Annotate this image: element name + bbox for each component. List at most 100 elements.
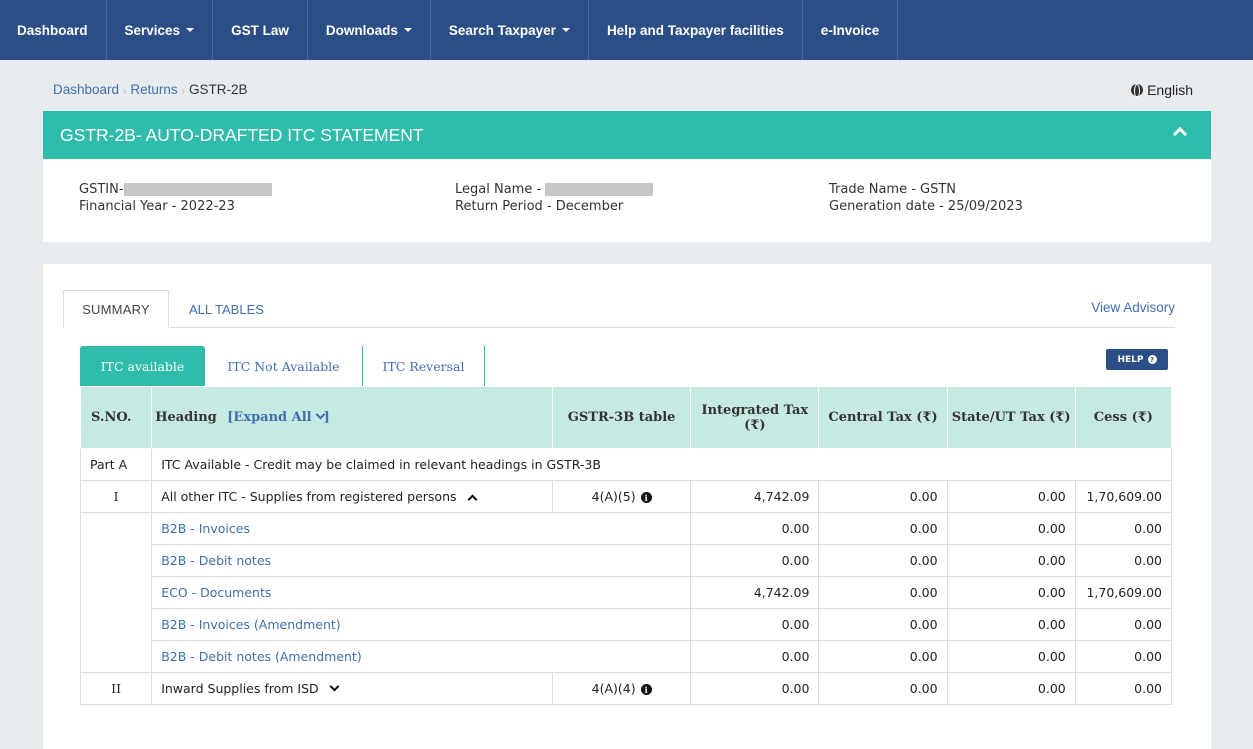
- section-1-cess: 1,70,609.00: [1074, 480, 1173, 513]
- sub-row-sgst: 0.00: [946, 576, 1076, 609]
- sub-row-cgst: 0.00: [818, 608, 948, 641]
- expand-all-button[interactable]: [Expand All]: [227, 409, 330, 425]
- eco-documents-link[interactable]: ECO - Documents: [161, 585, 271, 600]
- sub-row-cess: 0.00: [1074, 512, 1173, 545]
- info-icon[interactable]: i: [640, 684, 652, 695]
- section-1-gstr3b: 4(A)(5): [591, 489, 636, 504]
- page-title: GSTR-2B- AUTO-DRAFTED ITC STATEMENT: [60, 124, 424, 145]
- sub-row-cess: 0.00: [1074, 640, 1173, 673]
- section-1-sno: I: [79, 480, 153, 513]
- nav-gst-law[interactable]: GST Law: [213, 0, 308, 60]
- breadcrumb-returns[interactable]: Returns: [130, 82, 177, 97]
- language-selector[interactable]: English: [1131, 82, 1193, 98]
- breadcrumb: Dashboard › Returns › GSTR-2B: [53, 82, 248, 97]
- section-2-sgst: 0.00: [946, 672, 1076, 705]
- nav-search-taxpayer-label: Search Taxpayer: [448, 22, 556, 38]
- nav-services[interactable]: Services: [107, 0, 214, 60]
- legal-name-label: Legal Name -: [455, 182, 542, 197]
- chevron-down-icon: [315, 409, 326, 420]
- globe-icon: [1131, 84, 1144, 98]
- tab-all-tables[interactable]: ALL TABLES: [189, 290, 264, 328]
- nav-help-facilities-label: Help and Taxpayer facilities: [606, 22, 784, 38]
- nav-e-invoice[interactable]: e-Invoice: [803, 0, 899, 60]
- nav-downloads-label: Downloads: [325, 22, 398, 38]
- expand-chevron-down-icon[interactable]: [329, 681, 340, 692]
- itc-summary-table: S.NO. Heading [Expand All] GSTR-3B table…: [79, 386, 1173, 705]
- help-button[interactable]: HELP ?: [1106, 349, 1168, 370]
- nav-dashboard-label: Dashboard: [17, 22, 88, 38]
- info-col-trade: Trade Name - GSTN Generation date - 25/0…: [829, 181, 1023, 215]
- nav-downloads[interactable]: Downloads: [308, 0, 431, 60]
- part-a-sno: Part A: [79, 448, 153, 481]
- col-cess: Cess (₹): [1074, 386, 1173, 449]
- expand-all-label: [Expand All: [227, 410, 312, 425]
- part-a-row: Part A ITC Available - Credit may be cla…: [79, 448, 1172, 481]
- nav-gst-law-label: GST Law: [231, 22, 289, 38]
- section-1-sgst: 0.00: [946, 480, 1076, 513]
- sub-row-heading-cell: B2B - Debit notes: [151, 544, 692, 577]
- sub-row-cess: 0.00: [1074, 608, 1173, 641]
- caret-down-icon: [561, 28, 570, 32]
- nav-filler: [898, 0, 1253, 60]
- section-2-sno: II: [79, 672, 153, 705]
- nav-e-invoice-label: e-Invoice: [820, 22, 880, 38]
- sub-row-heading-cell: B2B - Debit notes (Amendment): [151, 640, 692, 673]
- breadcrumb-current: GSTR-2B: [189, 82, 248, 97]
- table-row: B2B - Invoices 0.00 0.00 0.00 0.00: [79, 512, 1173, 673]
- top-navbar: Dashboard Services GST Law Downloads Sea…: [0, 0, 1253, 60]
- sub-row-cess: 1,70,609.00: [1074, 576, 1173, 609]
- sub-row-igst: 0.00: [690, 544, 820, 577]
- section-2-igst: 0.00: [690, 672, 820, 705]
- sub-row-igst: 4,742.09: [690, 576, 820, 609]
- breadcrumb-dashboard[interactable]: Dashboard: [53, 82, 119, 97]
- return-period: Return Period - December: [455, 199, 624, 214]
- sub-row-cgst: 0.00: [818, 512, 948, 545]
- b2b-debit-notes-link[interactable]: B2B - Debit notes: [161, 553, 271, 568]
- main-panel: SUMMARY ALL TABLES View Advisory ITC ava…: [43, 264, 1211, 749]
- nav-help-facilities[interactable]: Help and Taxpayer facilities: [589, 0, 803, 60]
- view-advisory-link[interactable]: View Advisory: [1091, 300, 1175, 315]
- info-icon[interactable]: i: [640, 492, 652, 503]
- info-col-gstin: GSTIN- Financial Year - 2022-23: [79, 181, 272, 215]
- sub-row-cess: 0.00: [1074, 544, 1173, 577]
- tab-summary[interactable]: SUMMARY: [63, 290, 169, 328]
- col-sgst: State/UT Tax (₹): [946, 386, 1076, 449]
- nav-search-taxpayer[interactable]: Search Taxpayer: [431, 0, 589, 60]
- table-row: B2B - Invoices (Amendment) 0.00 0.00 0.0…: [81, 608, 1173, 641]
- section-2-heading: Inward Supplies from ISD: [161, 681, 319, 696]
- sub-row-heading-cell: B2B - Invoices (Amendment): [151, 608, 692, 641]
- col-heading-label: Heading: [155, 410, 217, 425]
- section-1-heading: All other ITC - Supplies from registered…: [161, 489, 457, 504]
- taxpayer-info-panel: GSTIN- Financial Year - 2022-23 Legal Na…: [43, 159, 1211, 242]
- sub-row-igst: 0.00: [690, 608, 820, 641]
- table-header-row: S.NO. Heading [Expand All] GSTR-3B table…: [79, 386, 1173, 449]
- subtab-itc-not-available[interactable]: ITC Not Available: [205, 346, 363, 386]
- sub-row-igst: 0.00: [690, 512, 820, 545]
- info-col-legal: Legal Name - Return Period - December: [455, 181, 654, 215]
- main-tabs: SUMMARY ALL TABLES View Advisory: [63, 290, 1175, 328]
- b2b-invoices-amendment-link[interactable]: B2B - Invoices (Amendment): [161, 617, 340, 632]
- legal-name-redacted: [545, 183, 654, 196]
- sub-row-heading-cell: ECO - Documents: [151, 576, 692, 609]
- sub-row-igst: 0.00: [690, 640, 820, 673]
- collapse-chevron-up-icon[interactable]: [467, 494, 477, 505]
- section-1-cgst: 0.00: [818, 480, 948, 513]
- sub-row-sgst: 0.00: [946, 640, 1076, 673]
- sub-row-cgst: 0.00: [818, 640, 948, 673]
- trade-name: Trade Name - GSTN: [829, 182, 957, 197]
- b2b-debit-notes-amendment-link[interactable]: B2B - Debit notes (Amendment): [161, 649, 362, 664]
- collapse-chevron-up-icon[interactable]: [1172, 126, 1188, 142]
- section-header: GSTR-2B- AUTO-DRAFTED ITC STATEMENT: [43, 111, 1211, 159]
- b2b-invoices-link[interactable]: B2B - Invoices: [161, 521, 250, 536]
- subtab-itc-available[interactable]: ITC available: [80, 346, 205, 386]
- legal-name-line: Legal Name -: [455, 181, 654, 198]
- subtab-itc-reversal[interactable]: ITC Reversal: [363, 346, 485, 386]
- section-1-heading-cell: All other ITC - Supplies from registered…: [151, 480, 553, 513]
- col-heading: Heading [Expand All]: [151, 386, 553, 449]
- section-2-cgst: 0.00: [818, 672, 948, 705]
- gstin-label: GSTIN-: [79, 182, 124, 197]
- sub-row-heading-cell: B2B - Invoices: [151, 512, 692, 545]
- sub-row-sgst: 0.00: [946, 608, 1076, 641]
- section-1-igst: 4,742.09: [690, 480, 820, 513]
- nav-dashboard[interactable]: Dashboard: [0, 0, 107, 60]
